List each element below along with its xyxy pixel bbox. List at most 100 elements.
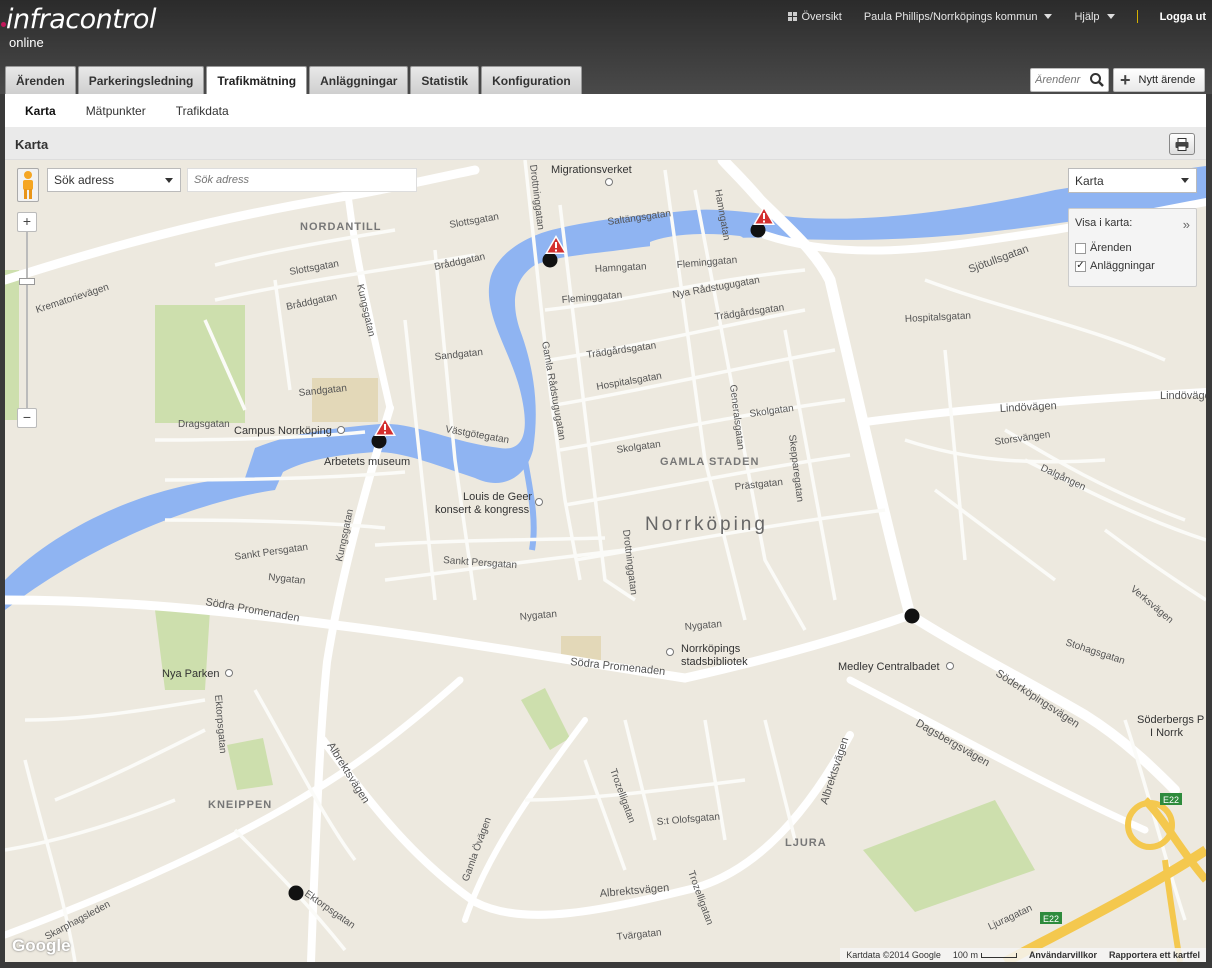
svg-text:Stohagsgatan: Stohagsgatan — [1064, 637, 1126, 667]
svg-text:Lindövägen: Lindövägen — [1160, 390, 1206, 402]
report-error-link[interactable]: Rapportera ett kartfel — [1109, 950, 1200, 960]
user-menu[interactable]: Paula Phillips/Norrköpings kommun — [864, 11, 1053, 23]
checkbox[interactable] — [1075, 242, 1086, 254]
new-case-button[interactable]: + Nytt ärende — [1113, 68, 1205, 92]
help-label: Hjälp — [1074, 10, 1100, 23]
svg-text:Nygatan: Nygatan — [684, 619, 722, 633]
scale-bar: 100 m — [953, 950, 1017, 960]
svg-text:Prästgatan: Prästgatan — [734, 477, 783, 493]
svg-text:Ektorpsgatan: Ektorpsgatan — [212, 694, 228, 754]
svg-text:Nygatan: Nygatan — [519, 609, 557, 623]
case-number-input[interactable] — [1031, 74, 1089, 86]
facility-marker[interactable] — [904, 608, 920, 624]
layer-panel-title: Visa i karta: — [1075, 217, 1133, 229]
svg-text:Hospitalsgatan: Hospitalsgatan — [905, 311, 972, 325]
svg-text:Ljuragatan: Ljuragatan — [987, 903, 1034, 933]
svg-text:Slottsgatan: Slottsgatan — [289, 258, 340, 278]
subtab-karta[interactable]: Karta — [25, 104, 56, 118]
zoom-in-button[interactable]: + — [17, 212, 37, 232]
print-button[interactable] — [1169, 133, 1195, 155]
svg-text:Bråddgatan: Bråddgatan — [285, 290, 338, 312]
district-label: KNEIPPEN — [208, 799, 272, 811]
map-base-layer: E22 E22 NORDANTILL GAMLA STADEN KNEIPPEN… — [5, 160, 1206, 962]
subtab-matpunkter[interactable]: Mätpunkter — [86, 104, 146, 118]
poi-label: Medley Centralbadet — [838, 661, 940, 673]
district-label: LJURA — [785, 837, 827, 849]
poi-label: I Norrk — [1150, 727, 1184, 739]
address-search-input[interactable] — [187, 168, 417, 192]
poi-label: Campus Norrköping — [234, 425, 332, 437]
svg-text:Dragsgatan: Dragsgatan — [178, 419, 230, 430]
layer-label: Anläggningar — [1090, 260, 1155, 272]
street-view-pegman[interactable] — [17, 168, 39, 202]
chevron-down-icon — [1106, 14, 1115, 19]
svg-text:Skolgatan: Skolgatan — [616, 439, 662, 456]
zoom-control: + − — [17, 212, 39, 430]
top-navigation: Översikt Paula Phillips/Norrköpings komm… — [787, 10, 1206, 23]
zoom-out-button[interactable]: − — [17, 408, 37, 428]
map-attribution: Kartdata ©2014 Google 100 m Användarvill… — [840, 948, 1206, 962]
district-label: GAMLA STADEN — [660, 456, 759, 468]
chevron-down-icon — [165, 178, 173, 183]
layer-panel: Visa i karta: » Ärenden ✓ Anläggningar — [1068, 208, 1197, 287]
panel-header: Karta — [5, 127, 1206, 160]
tab-parkeringsledning[interactable]: Parkeringsledning — [77, 66, 205, 94]
zoom-slider-handle[interactable] — [19, 278, 35, 285]
svg-text:Södra Promenaden: Södra Promenaden — [204, 596, 300, 624]
facility-marker[interactable] — [288, 885, 304, 901]
layer-toggle-anlaggningar[interactable]: ✓ Anläggningar — [1075, 260, 1190, 272]
svg-text:Skepparegatan: Skepparegatan — [786, 434, 805, 503]
panel-title: Karta — [15, 137, 49, 152]
google-logo[interactable]: Google — [12, 936, 71, 956]
logo-wordmark: infracontrol — [6, 4, 156, 35]
layer-toggle-arenden[interactable]: Ärenden — [1075, 242, 1190, 254]
tab-konfiguration[interactable]: Konfiguration — [481, 66, 582, 94]
map-type-select[interactable]: Karta — [1068, 168, 1197, 193]
tab-arenden[interactable]: Ärenden — [5, 66, 76, 94]
tab-anlaggningar[interactable]: Anläggningar — [309, 66, 409, 94]
svg-text:Slottsgatan: Slottsgatan — [449, 211, 500, 231]
help-menu[interactable]: Hjälp — [1074, 10, 1115, 23]
chevron-down-icon — [1181, 178, 1189, 183]
checkbox[interactable]: ✓ — [1075, 260, 1086, 272]
svg-text:Skolgatan: Skolgatan — [749, 403, 795, 420]
svg-text:Nygatan: Nygatan — [268, 572, 306, 587]
svg-text:S:t Olofsgatan: S:t Olofsgatan — [656, 812, 720, 828]
chevron-down-icon — [1044, 14, 1053, 19]
pegman-icon — [23, 171, 33, 199]
overview-link[interactable]: Översikt — [787, 11, 842, 23]
map-canvas[interactable]: E22 E22 NORDANTILL GAMLA STADEN KNEIPPEN… — [5, 160, 1206, 962]
poi-label: Nya Parken — [162, 668, 219, 680]
zoom-slider-track[interactable] — [26, 232, 28, 408]
search-icon[interactable] — [1089, 72, 1105, 88]
roads-major — [5, 160, 1206, 962]
poi-label: Louis de Geer — [463, 491, 532, 503]
svg-text:Sjötullsgatan: Sjötullsgatan — [967, 243, 1030, 276]
logo-subtitle: online — [9, 35, 44, 50]
logo[interactable]: infracontrol online — [6, 4, 156, 50]
map-data-credit: Kartdata ©2014 Google — [846, 950, 941, 960]
svg-text:Fleminggatan: Fleminggatan — [676, 255, 737, 271]
svg-text:Söderköpingsvägen: Söderköpingsvägen — [993, 667, 1081, 730]
sub-navigation: Karta Mätpunkter Trafikdata — [5, 94, 1206, 127]
tab-trafikmatning[interactable]: Trafikmätning — [206, 66, 308, 95]
district-label: NORDANTILL — [300, 221, 382, 233]
roads-minor — [5, 160, 1206, 962]
park-area — [227, 738, 273, 790]
double-chevron-right-icon[interactable]: » — [1183, 217, 1190, 232]
layer-label: Ärenden — [1090, 242, 1132, 254]
tab-statistik[interactable]: Statistik — [410, 66, 480, 94]
svg-text:Tvärgatan: Tvärgatan — [616, 927, 662, 943]
svg-text:Bråddgatan: Bråddgatan — [433, 250, 486, 272]
facility-marker[interactable] — [542, 252, 558, 268]
address-type-select[interactable]: Sök adress — [47, 168, 181, 192]
subtab-trafikdata[interactable]: Trafikdata — [176, 104, 229, 118]
logout-link[interactable]: Logga ut — [1160, 11, 1206, 23]
poi-label: Migrationsverket — [551, 164, 632, 176]
svg-text:Drottninggatan: Drottninggatan — [620, 529, 639, 595]
terms-link[interactable]: Användarvillkor — [1029, 950, 1097, 960]
poi-label: stadsbibliotek — [681, 656, 748, 668]
svg-text:Trozelligatan: Trozelligatan — [685, 869, 715, 926]
svg-text:Sankt Persgatan: Sankt Persgatan — [234, 542, 309, 563]
new-case-label: Nytt ärende — [1138, 74, 1196, 86]
